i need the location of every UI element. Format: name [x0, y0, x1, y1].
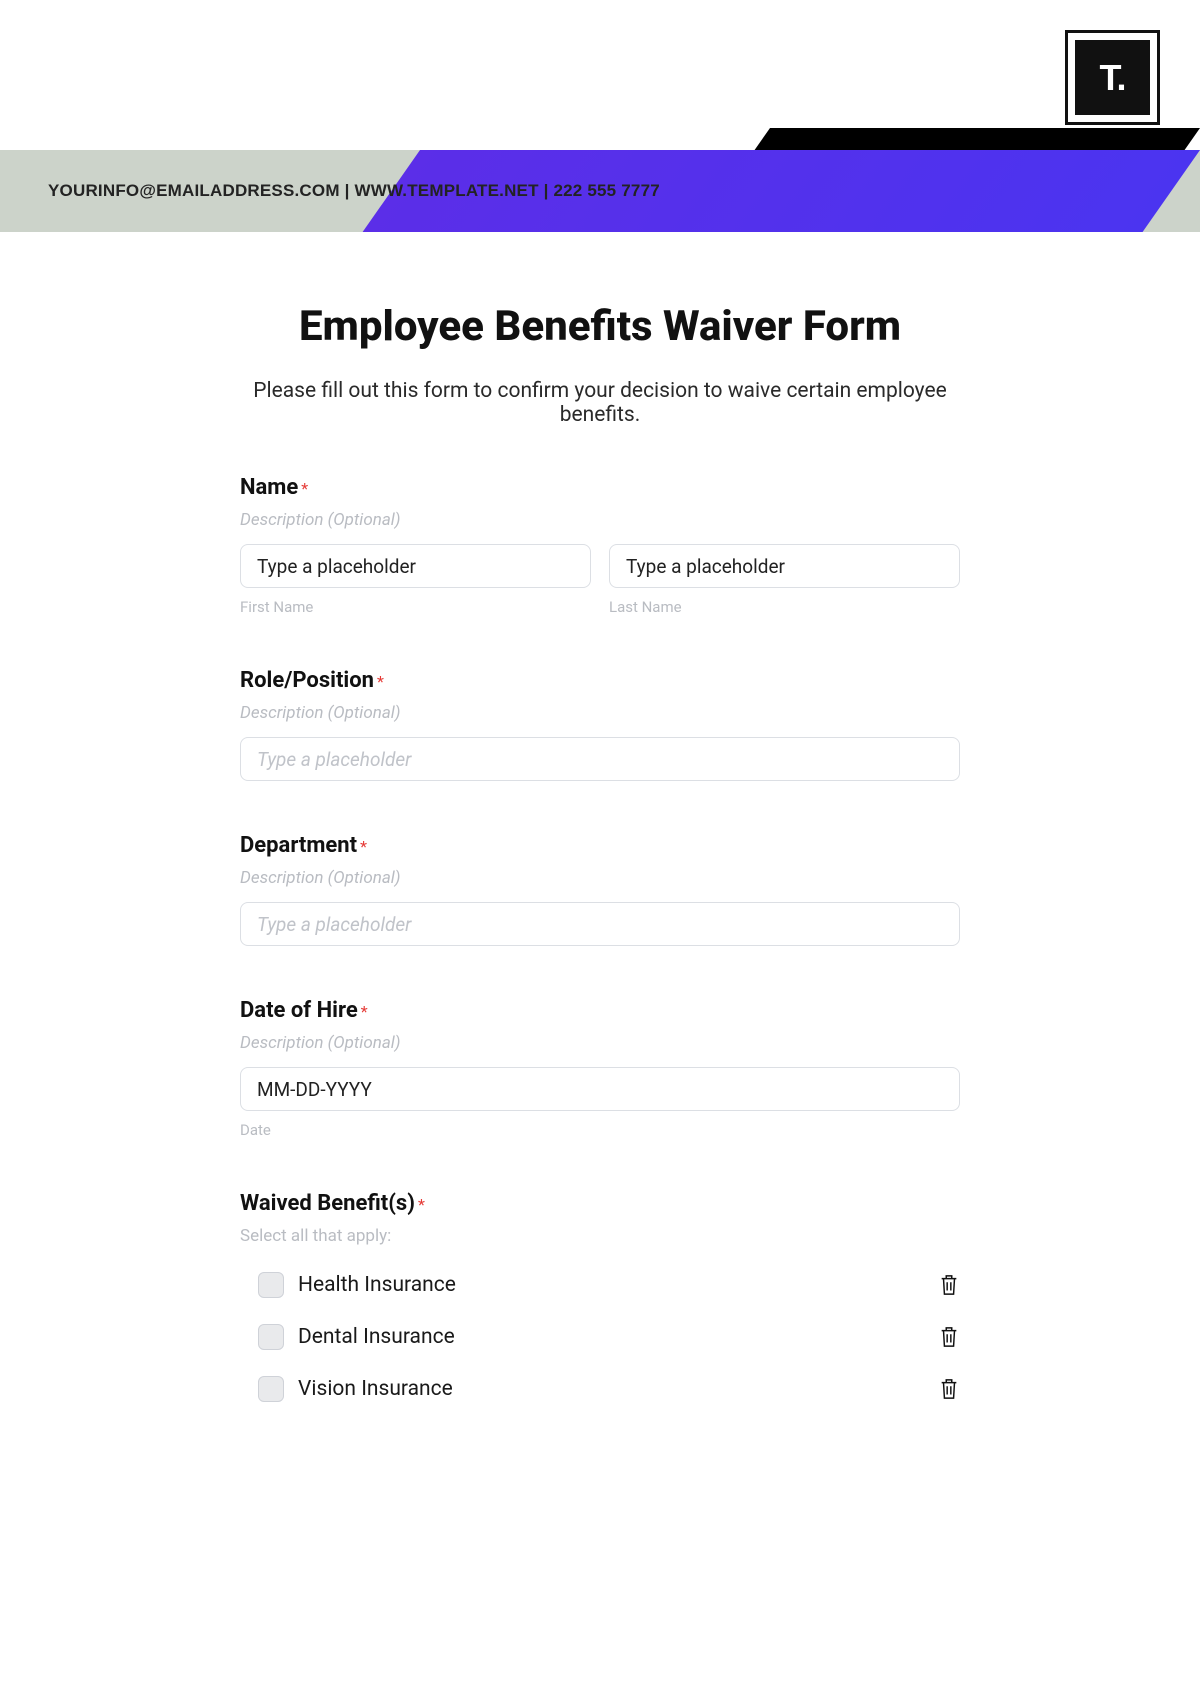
hire-label: Date of Hire — [240, 998, 358, 1023]
required-asterisk: * — [361, 1002, 368, 1021]
waived-label: Waived Benefit(s) — [240, 1191, 415, 1216]
role-label: Role/Position — [240, 668, 374, 693]
waived-option-row: Health Insurance — [240, 1264, 960, 1316]
trash-icon[interactable] — [938, 1272, 960, 1298]
last-name-sublabel: Last Name — [609, 598, 960, 616]
field-date-of-hire: Date of Hire* Description (Optional) Dat… — [240, 998, 960, 1139]
waived-helper: Select all that apply: — [240, 1226, 960, 1246]
trash-icon[interactable] — [938, 1376, 960, 1402]
waived-option-label: Vision Insurance — [298, 1377, 453, 1401]
waived-option-row: Dental Insurance — [240, 1316, 960, 1368]
waived-option-label: Dental Insurance — [298, 1325, 455, 1349]
required-asterisk: * — [377, 672, 384, 691]
required-asterisk: * — [360, 837, 367, 856]
role-description: Description (Optional) — [240, 703, 960, 723]
role-input[interactable] — [240, 737, 960, 781]
first-name-input[interactable] — [240, 544, 591, 588]
waived-checkbox-vision[interactable] — [258, 1376, 284, 1402]
field-waived-benefits: Waived Benefit(s)* Select all that apply… — [240, 1191, 960, 1420]
date-of-hire-input[interactable] — [240, 1067, 960, 1111]
waived-checkbox-dental[interactable] — [258, 1324, 284, 1350]
department-label: Department — [240, 833, 357, 858]
department-description: Description (Optional) — [240, 868, 960, 888]
trash-icon[interactable] — [938, 1324, 960, 1350]
header-banner: YOURINFO@EMAILADDRESS.COM | WWW.TEMPLATE… — [0, 150, 1200, 232]
brand-logo-text: T. — [1075, 40, 1150, 115]
last-name-input[interactable] — [609, 544, 960, 588]
brand-logo: T. — [1065, 30, 1160, 125]
banner-contact-text: YOURINFO@EMAILADDRESS.COM | WWW.TEMPLATE… — [0, 181, 660, 201]
hire-sublabel: Date — [240, 1121, 960, 1139]
field-department: Department* Description (Optional) — [240, 833, 960, 946]
decorative-slash — [753, 128, 1200, 152]
department-input[interactable] — [240, 902, 960, 946]
name-label: Name — [240, 475, 298, 500]
required-asterisk: * — [301, 479, 308, 498]
required-asterisk: * — [418, 1195, 425, 1214]
waived-option-label: Health Insurance — [298, 1273, 456, 1297]
waived-option-row: Vision Insurance — [240, 1368, 960, 1420]
hire-description: Description (Optional) — [240, 1033, 960, 1053]
form-subtitle: Please fill out this form to confirm you… — [240, 379, 960, 427]
name-description: Description (Optional) — [240, 510, 960, 530]
form-title: Employee Benefits Waiver Form — [240, 302, 960, 351]
waived-checkbox-health[interactable] — [258, 1272, 284, 1298]
field-name: Name* Description (Optional) First Name … — [240, 475, 960, 616]
first-name-sublabel: First Name — [240, 598, 591, 616]
field-role: Role/Position* Description (Optional) — [240, 668, 960, 781]
